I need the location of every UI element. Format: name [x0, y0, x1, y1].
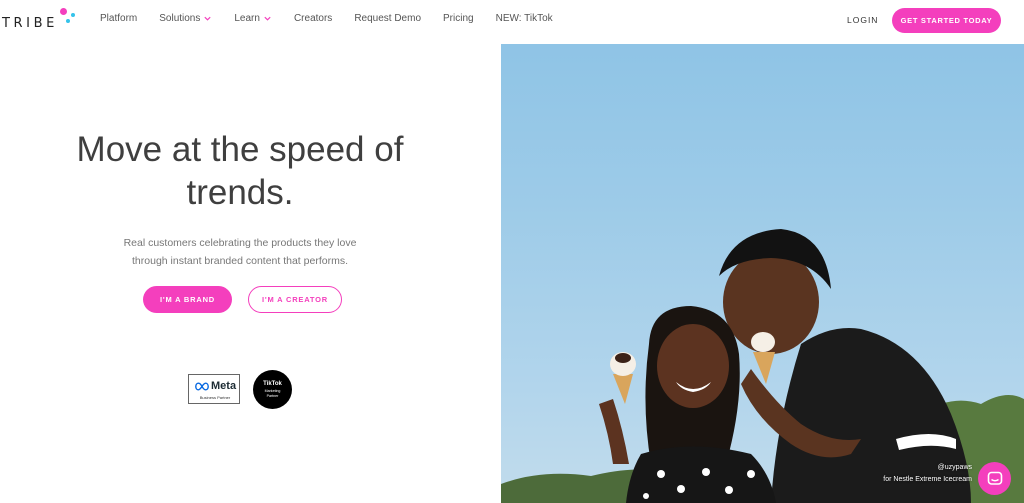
nav-item-label: Platform — [100, 13, 138, 24]
nav-item-label: Solutions — [159, 13, 201, 24]
nav-item-platform[interactable]: Platform — [100, 13, 137, 24]
im-a-brand-button[interactable]: I'M A BRAND — [143, 286, 232, 313]
nav-item-label: NEW: TikTok — [495, 13, 553, 24]
hero-photo: @uzypaws for Nestle Extreme Icecream — [501, 44, 1024, 503]
logo-dot-blue — [71, 13, 75, 17]
nav-item-tiktok[interactable]: NEW: TikTok — [496, 13, 553, 24]
tiktok-wordmark: TikTok — [263, 381, 282, 387]
chat-icon — [987, 471, 1002, 485]
chevron-down-icon — [203, 14, 212, 23]
hero-title: Move at the speed of trends. — [40, 128, 440, 214]
hero-photo-illustration — [501, 229, 1024, 503]
tiktok-marketing-partner-badge: TikTok Marketing Partner — [253, 370, 292, 409]
nav-item-pricing[interactable]: Pricing — [443, 13, 474, 24]
photo-credit-handle: @uzypaws — [937, 464, 972, 471]
nav-links: Platform Solutions Learn Creators Reques… — [100, 13, 553, 24]
nav-item-request-demo[interactable]: Request Demo — [354, 13, 421, 24]
login-link[interactable]: LOGIN — [847, 15, 878, 25]
nav-item-label: Pricing — [443, 13, 474, 24]
photo-credit: @uzypaws for Nestle Extreme Icecream — [883, 462, 972, 486]
chevron-down-icon — [263, 14, 272, 23]
nav-item-label: Creators — [293, 13, 333, 24]
nav-item-label: Learn — [234, 13, 260, 24]
im-a-creator-button[interactable]: I'M A CREATOR — [248, 286, 342, 313]
tribe-logo[interactable]: TRIBE — [2, 8, 76, 32]
get-started-button[interactable]: GET STARTED TODAY — [892, 8, 1001, 33]
chat-widget-button[interactable] — [978, 462, 1011, 495]
nav-item-learn[interactable]: Learn — [234, 13, 272, 24]
hero-title-line2: trends. — [186, 173, 294, 212]
hero-subtitle-line2: through instant branded content that per… — [132, 255, 348, 267]
logo-text: TRIBE — [2, 16, 58, 31]
meta-logo: Meta — [195, 380, 236, 392]
nav-item-solutions[interactable]: Solutions — [159, 13, 212, 24]
logo-dot-cyan — [66, 19, 70, 23]
meta-badge-caption: Business Partner — [199, 395, 231, 400]
meta-business-partner-badge: Meta Business Partner — [188, 374, 240, 404]
top-nav: TRIBE Platform Solutions Learn Creators … — [0, 0, 1024, 44]
hero-subtitle-line1: Real customers celebrating the products … — [123, 237, 357, 249]
meta-wordmark: Meta — [211, 380, 237, 392]
nav-item-label: Request Demo — [354, 13, 422, 24]
meta-infinity-icon — [195, 381, 209, 391]
tiktok-caption-line1: Marketing — [264, 389, 281, 393]
nav-item-creators[interactable]: Creators — [294, 13, 332, 24]
hero-title-line1: Move at the speed of — [76, 130, 404, 169]
photo-credit-brand: for Nestle Extreme Icecream — [883, 476, 972, 483]
hero-subtitle: Real customers celebrating the products … — [40, 234, 440, 270]
tiktok-caption-line2: Partner — [266, 393, 279, 398]
logo-dot-pink — [60, 8, 67, 15]
tiktok-badge-caption: Marketing Partner — [253, 389, 292, 398]
